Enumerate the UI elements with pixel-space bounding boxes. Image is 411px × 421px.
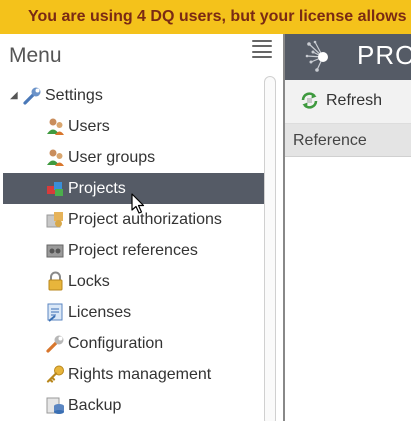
tree-item-label: Rights management	[68, 365, 212, 383]
page-title: PRO	[357, 40, 411, 70]
tree-item-users[interactable]: Users	[0, 111, 283, 142]
user-group-icon	[45, 147, 66, 168]
project-authorizations-icon	[45, 209, 66, 230]
mouse-pointer-icon	[131, 193, 145, 220]
tree-item-configuration[interactable]: Configuration	[0, 328, 283, 359]
column-header-reference[interactable]: Reference	[293, 132, 367, 149]
refresh-button[interactable]: Refresh	[299, 90, 382, 111]
projects-icon	[45, 178, 66, 199]
toolbar: Refresh	[285, 80, 411, 124]
grid-header: Reference	[285, 124, 411, 157]
license-icon	[45, 302, 66, 323]
hamburger-menu-icon[interactable]	[252, 40, 272, 58]
tree-item-user-groups[interactable]: User groups	[0, 142, 283, 173]
license-warning-banner: You are using 4 DQ users, but your licen…	[0, 0, 411, 34]
license-warning-text: You are using 4 DQ users, but your licen…	[28, 8, 411, 25]
tree-item-backup[interactable]: Backup	[0, 390, 283, 421]
backup-icon	[45, 395, 66, 416]
settings-tree: ◢ Settings Users User groups Projects Pr…	[0, 80, 283, 421]
tree-item-licenses[interactable]: Licenses	[0, 297, 283, 328]
tree-item-label: Locks	[68, 272, 110, 290]
refresh-icon	[299, 90, 320, 111]
tree-item-rights-management[interactable]: Rights management	[0, 359, 283, 390]
tree-expand-toggle-icon[interactable]: ◢	[10, 90, 20, 101]
tree-item-label: Settings	[45, 86, 103, 104]
grid-body	[285, 157, 411, 421]
refresh-button-label: Refresh	[326, 91, 383, 109]
network-logo-icon	[303, 38, 341, 81]
sidebar: Menu ◢ Settings Users User groups Projec…	[0, 34, 283, 421]
tree-item-label: Users	[68, 117, 110, 135]
tree-item-locks[interactable]: Locks	[0, 266, 283, 297]
sidebar-scrollbar[interactable]	[264, 76, 276, 421]
user-icon	[45, 116, 66, 137]
app-header: PRO	[285, 34, 411, 80]
tree-item-label: Project references	[68, 241, 198, 259]
key-icon	[45, 364, 66, 385]
tree-item-label: Configuration	[68, 334, 164, 352]
menu-title: Menu	[9, 44, 62, 67]
tree-item-project-references[interactable]: Project references	[0, 235, 283, 266]
lock-icon	[45, 271, 66, 292]
tree-item-settings[interactable]: ◢ Settings	[0, 80, 283, 111]
tree-item-label: Projects	[68, 179, 126, 197]
project-references-icon	[45, 240, 66, 261]
tree-item-label: Backup	[68, 396, 122, 414]
tree-item-label: Licenses	[68, 303, 132, 321]
configuration-wrench-icon	[45, 333, 66, 354]
tree-item-label: User groups	[68, 148, 156, 166]
wrench-icon	[22, 85, 43, 106]
main-panel: PRO Refresh Reference	[285, 34, 411, 421]
